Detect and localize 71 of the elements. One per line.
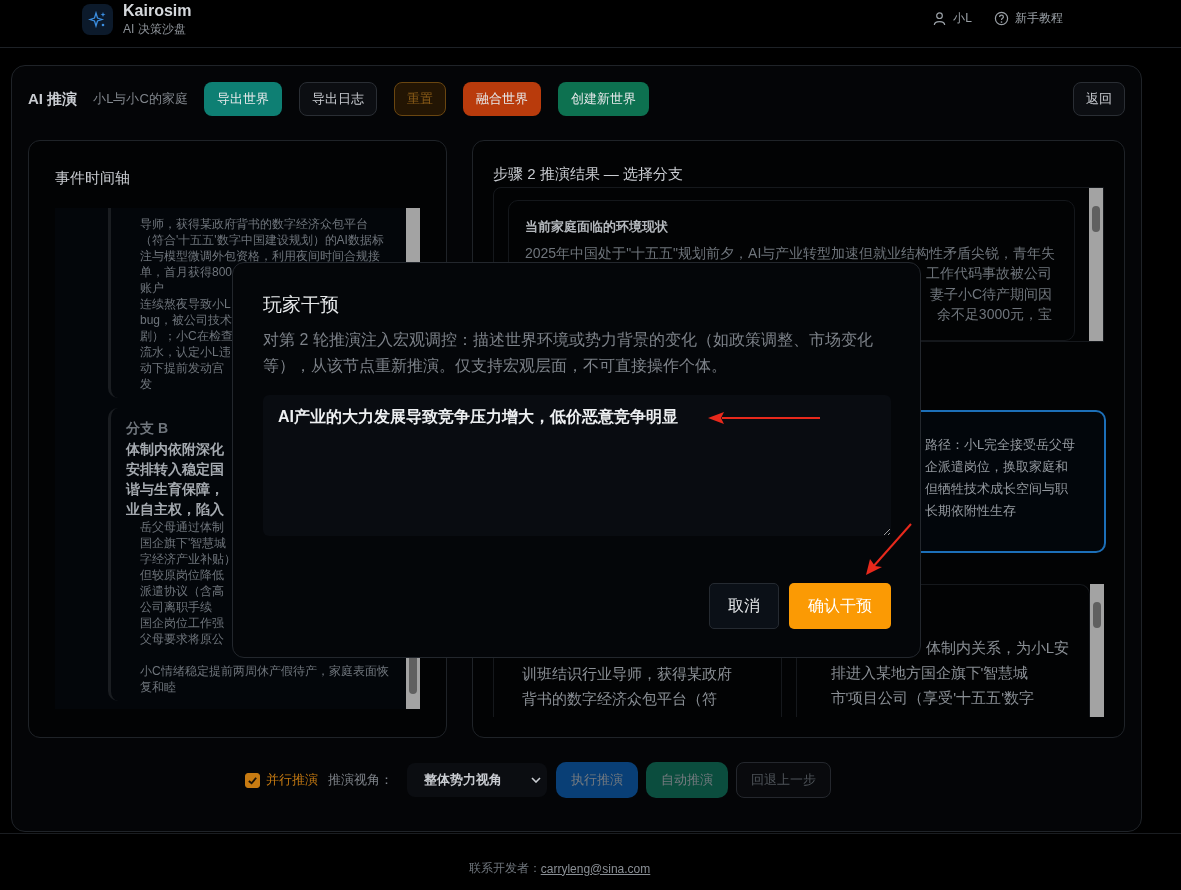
event-text: 但较原岗位降低 bbox=[139, 567, 224, 583]
event-text: 公司离职手续 bbox=[139, 599, 212, 615]
view-select[interactable]: 整体势力视角 bbox=[406, 763, 547, 797]
event-text: 流水，认定小L违 bbox=[140, 344, 231, 360]
footer-text: 联系开发者： bbox=[468, 860, 541, 877]
event-text: bug，被公司技术 bbox=[140, 312, 233, 328]
event-text: （符合'十五五'数字中国建设规划）的AI数据标 bbox=[140, 232, 384, 248]
logo-icon bbox=[82, 4, 113, 35]
panel-title: 步骤 2 推演结果 — 选择分支 bbox=[493, 165, 684, 184]
scrollbar[interactable] bbox=[1090, 584, 1104, 717]
tutorial-link[interactable]: 新手教程 bbox=[994, 10, 1063, 27]
branch-text: 市'项目公司（享受'十五五'数字 bbox=[830, 688, 1035, 709]
event-text: 父母要求将原公 bbox=[139, 631, 224, 647]
card-title: 当前家庭面临的环境现状 bbox=[525, 217, 668, 236]
back-button[interactable]: 返回 bbox=[1073, 82, 1125, 116]
event-text: 注与模型微调外包资格，利用夜间时间合规接 bbox=[140, 248, 380, 264]
event-text: 派遣协议（含高 bbox=[139, 583, 224, 599]
event-text: 国企岗位工作强 bbox=[139, 615, 224, 631]
user-menu[interactable]: 小L bbox=[932, 10, 972, 27]
branch-title: 安排转入稳定国 bbox=[126, 460, 224, 479]
branch-text: 路径：小L完全接受岳父母 bbox=[925, 436, 1076, 455]
event-text: 单，首月获得800 bbox=[140, 264, 233, 280]
input-field[interactable]: AI产业的大力发展导致竞争压力增大，低价恶意竞争明显 bbox=[263, 395, 891, 536]
branch-text: 排进入某地方国企旗下'智慧城 bbox=[830, 663, 1029, 684]
event-text: 复和睦 bbox=[139, 679, 176, 695]
event-text: 导师，获得某政府背书的数字经济众包平台 bbox=[140, 216, 368, 232]
branch-title: 业自主权，陷入 bbox=[126, 500, 224, 519]
branch-text: 长期依附性生存 bbox=[925, 502, 1016, 521]
summary-text: 妻子小C待产期间因 bbox=[929, 284, 1053, 304]
panel-title: 事件时间轴 bbox=[55, 169, 131, 188]
world-name: 小L与小C的家庭 bbox=[93, 90, 188, 108]
event-text: 连续熬夜导致小L bbox=[140, 296, 231, 312]
caret-icon bbox=[530, 777, 541, 783]
event-text: 字经济产业补贴） bbox=[139, 551, 236, 567]
branch-text: 训班结识行业导师，获得某政府 bbox=[522, 664, 732, 685]
toolbar-button[interactable]: 融合世界 bbox=[462, 82, 541, 116]
event-text: 小C情绪稳定提前两周休产假待产，家庭表面恢 bbox=[139, 663, 389, 679]
help-icon bbox=[994, 11, 1009, 26]
user-icon bbox=[932, 11, 948, 26]
field-label: 推演视角： bbox=[327, 771, 393, 789]
branch-text: 但牺牲技术成长空间与职 bbox=[925, 480, 1068, 499]
toolbar-button[interactable]: 创建新世界 bbox=[557, 82, 649, 116]
toolbar-button[interactable]: 导出日志 bbox=[298, 82, 377, 116]
dialog-title: 玩家干预 bbox=[263, 293, 340, 317]
app-name: Kairosim bbox=[123, 0, 192, 21]
event-text: 发 bbox=[140, 376, 152, 392]
summary-text: 2025年中国处于"十五五"规划前夕，AI与产业转型加速但就业结构性矛盾尖锐，青年失 bbox=[525, 243, 1056, 263]
branch-label: 分支 B bbox=[126, 419, 168, 438]
branch-text: 背书的数字经济众包平台（符 bbox=[522, 689, 717, 710]
branch-title: 体制内依附深化 bbox=[126, 440, 224, 459]
branch-text: 企派遣岗位，换取家庭和 bbox=[925, 458, 1068, 477]
cancel-button[interactable]: 取消 bbox=[709, 583, 779, 629]
branch-title: 谐与生育保障， bbox=[126, 480, 224, 499]
app-subtitle: AI 决策沙盘 bbox=[123, 20, 187, 37]
summary-text: 工作代码事故被公司 bbox=[926, 264, 1053, 284]
event-text: 岳父母通过体制 bbox=[139, 519, 224, 535]
scrollbar[interactable] bbox=[1089, 187, 1103, 342]
branch-text: 体制内关系，为小L安 bbox=[925, 638, 1070, 659]
page-title: AI 推演 bbox=[28, 89, 78, 109]
annotation-arrow bbox=[866, 523, 912, 575]
checkmark-icon bbox=[246, 774, 258, 786]
event-text: 国企旗下'智慧城 bbox=[139, 535, 227, 551]
event-text: 动下提前发动宫 bbox=[140, 360, 224, 376]
checkbox-label: 并行推演 bbox=[265, 771, 318, 789]
toolbar-button[interactable]: 导出世界 bbox=[203, 82, 282, 116]
email-link[interactable]: carryleng@sina.com bbox=[540, 861, 651, 876]
summary-text: 余不足3000元，宝 bbox=[936, 305, 1053, 325]
dialog-description: 对第 2 轮推演注入宏观调控：描述世界环境或势力背景的变化（如政策调整、市场变化等），从该节点重新推演。仅支持宏观层面，不可直接操作个体。 bbox=[263, 330, 874, 376]
event-text: 账户 bbox=[140, 280, 164, 296]
checkbox[interactable] bbox=[244, 772, 260, 788]
event-text: 剧）；小C在检查 bbox=[140, 328, 233, 344]
